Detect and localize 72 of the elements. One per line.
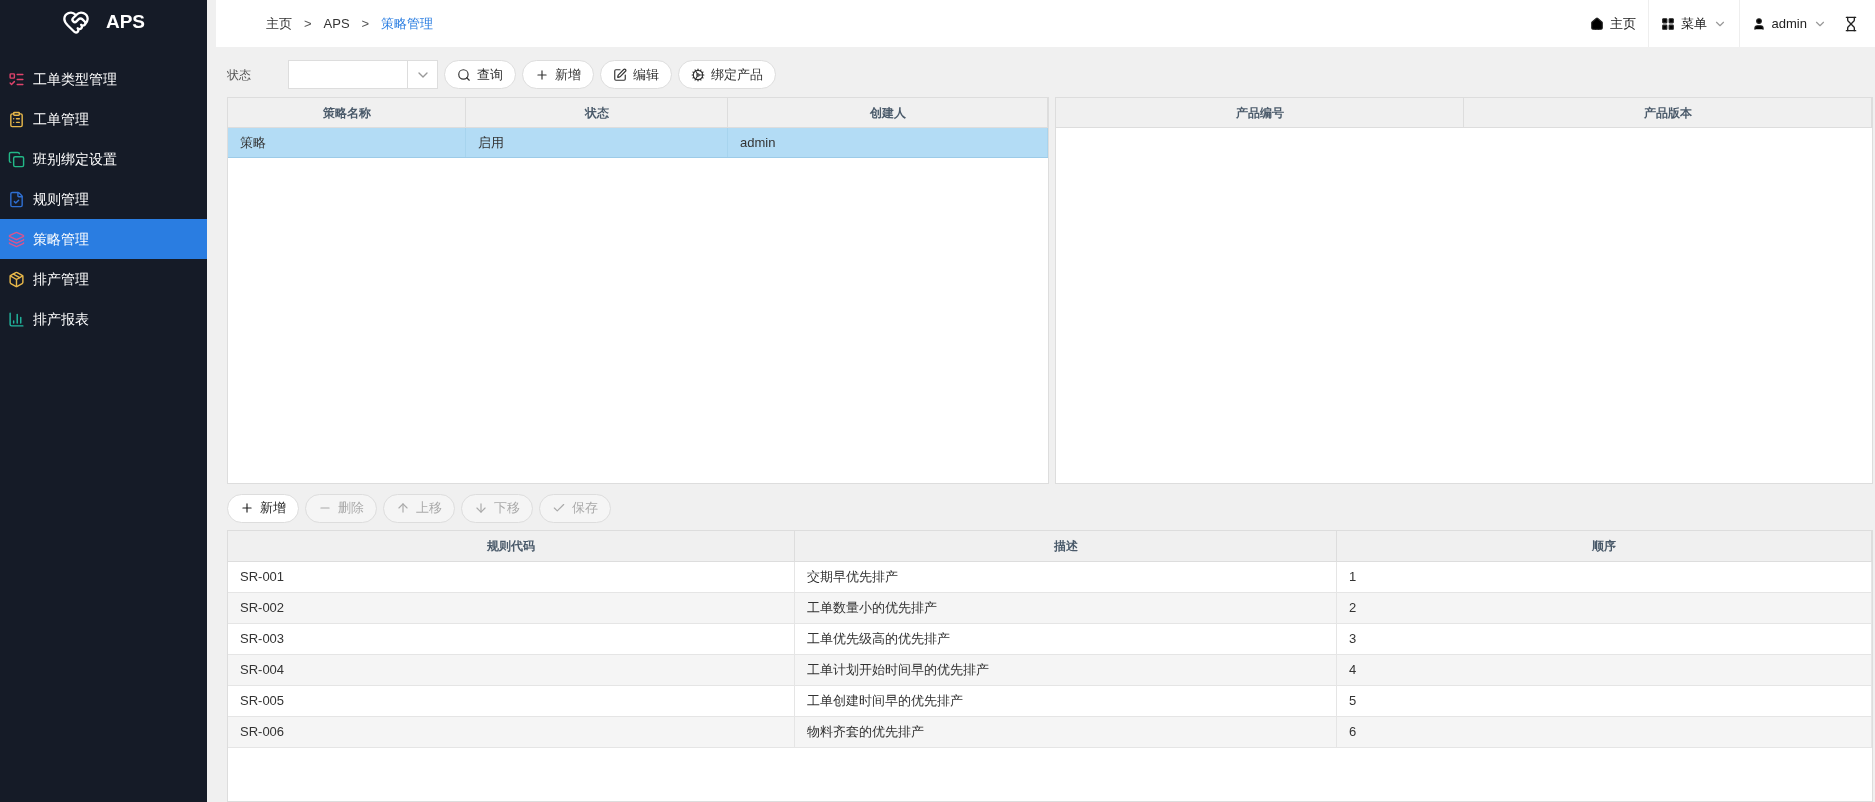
handshake-heart-logo-icon: [61, 8, 90, 36]
bar-chart-icon: [8, 310, 25, 328]
menu-dropdown[interactable]: 菜单: [1647, 0, 1739, 47]
table-cell: 工单创建时间早的优先排产: [795, 686, 1337, 716]
document-icon: [8, 190, 25, 208]
column-header: 状态: [466, 98, 728, 127]
brand-name: APS: [105, 9, 146, 34]
sidebar-item[interactable]: 工单管理: [0, 99, 207, 139]
sidebar-item[interactable]: 班别绑定设置: [0, 139, 207, 179]
table-cell: 物料齐套的优先排产: [795, 717, 1337, 747]
arrow-up-icon: [396, 501, 410, 515]
column-header: 策略名称: [228, 98, 466, 127]
table-cell: SR-003: [228, 624, 795, 654]
rule-toolbar-button[interactable]: 新增: [227, 493, 299, 523]
toolbar-button[interactable]: 编辑: [600, 60, 672, 89]
layers-icon: [8, 230, 25, 248]
breadcrumb-link[interactable]: 主页: [266, 13, 292, 34]
column-header: 创建人: [728, 98, 1048, 127]
breadcrumb-link[interactable]: 策略管理: [381, 13, 434, 34]
table-cell: SR-006: [228, 717, 795, 747]
table-cell: SR-001: [228, 562, 795, 592]
table-cell: 交期早优先排产: [795, 562, 1337, 592]
table-cell: admin: [728, 128, 1048, 157]
table-cell: SR-002: [228, 593, 795, 623]
search-icon: [457, 67, 471, 82]
plus-icon: [535, 67, 549, 82]
column-header: 顺序: [1337, 531, 1872, 561]
sidebar-item[interactable]: 排产管理: [0, 259, 207, 299]
plus-icon: [240, 501, 254, 515]
box-icon: [8, 270, 25, 288]
table-cell: 工单优先级高的优先排产: [795, 624, 1337, 654]
sidebar-item[interactable]: 策略管理: [0, 219, 207, 259]
table-cell: 2: [1337, 593, 1872, 623]
table-cell: 5: [1337, 686, 1872, 716]
list-icon: [8, 70, 25, 88]
check-icon: [552, 501, 566, 515]
breadcrumb-link[interactable]: APS: [323, 13, 350, 34]
toolbar-button[interactable]: 查询: [444, 60, 516, 89]
table-cell: 启用: [466, 128, 728, 157]
clipboard-icon: [8, 110, 25, 128]
column-header: 规则代码: [228, 531, 795, 561]
user-dropdown[interactable]: admin: [1738, 0, 1839, 47]
arrow-down-icon: [474, 501, 488, 515]
grid-icon: [1660, 16, 1675, 31]
table-cell: 工单计划开始时间早的优先排产: [795, 655, 1337, 685]
breadcrumb-separator: >: [304, 14, 312, 33]
sidebar-item[interactable]: 排产报表: [0, 299, 207, 339]
column-header: 描述: [795, 531, 1337, 561]
table-cell: 1: [1337, 562, 1872, 592]
table-cell: SR-005: [228, 686, 795, 716]
filter-label: 状态: [227, 66, 252, 84]
home-icon: [1589, 16, 1604, 31]
table-cell: SR-004: [228, 655, 795, 685]
toolbar-button[interactable]: 新增: [522, 60, 594, 89]
table-cell: 工单数量小的优先排产: [795, 593, 1337, 623]
toolbar-button[interactable]: 绑定产品: [678, 60, 776, 89]
table-cell: 6: [1337, 717, 1872, 747]
sidebar-item[interactable]: 工单类型管理: [0, 59, 207, 99]
hourglass-icon[interactable]: [1843, 15, 1859, 32]
user-icon: [1751, 16, 1766, 31]
sidebar-item[interactable]: 规则管理: [0, 179, 207, 219]
home-link[interactable]: 主页: [1577, 0, 1648, 47]
edit-icon: [613, 67, 627, 82]
table-cell: 策略: [228, 128, 466, 157]
table-row[interactable]: 策略 启用 admin: [228, 128, 1048, 158]
column-header: 产品版本: [1464, 98, 1872, 127]
table-cell: 4: [1337, 655, 1872, 685]
column-header: 产品编号: [1056, 98, 1464, 127]
table-cell: 3: [1337, 624, 1872, 654]
breadcrumb-separator: >: [361, 14, 370, 33]
copy-icon: [8, 150, 25, 168]
gears-icon: [691, 67, 705, 82]
